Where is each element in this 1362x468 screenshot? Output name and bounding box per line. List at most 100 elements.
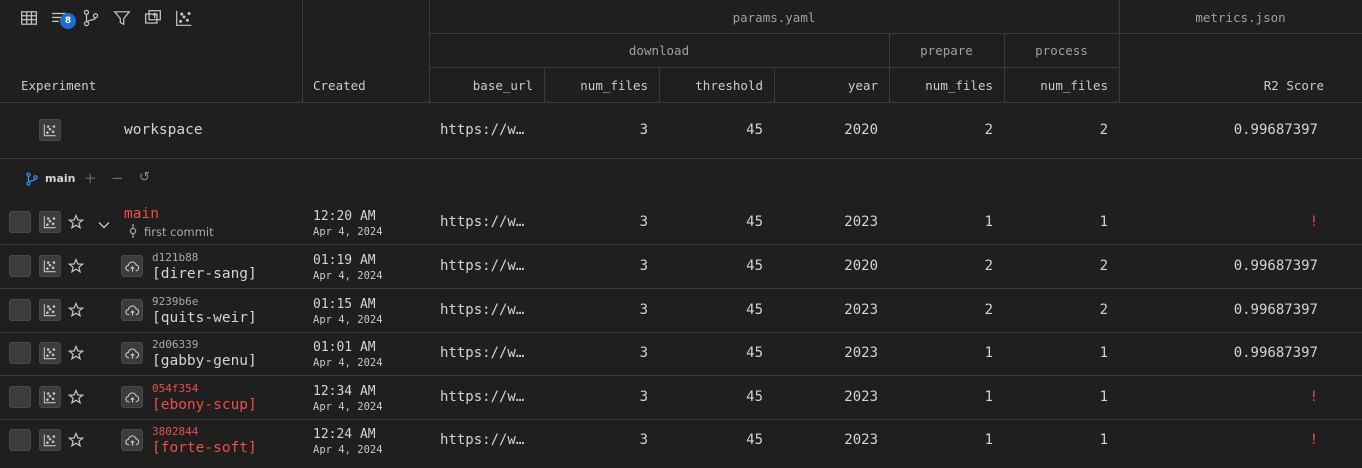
created-date: Apr 4, 2024 [313,401,383,413]
sort-count-badge: 8 [60,13,76,29]
threshold-cell: 45 [746,432,763,448]
commit-sha: 054f354 [152,382,199,395]
threshold-cell: 45 [746,345,763,361]
chevron-down-icon[interactable] [95,216,113,234]
filter-icon[interactable] [112,8,132,28]
cloud-upload-icon[interactable] [121,342,143,364]
base-url-column-header[interactable]: base_url [429,78,533,93]
created-column-header[interactable]: Created [313,78,366,93]
created-time: 12:24 AM [313,427,376,442]
base-url-cell: https://w… [440,258,525,274]
base-url-cell: https://w… [440,345,525,361]
threshold-cell: 45 [746,258,763,274]
upload-icon[interactable] [143,8,163,28]
prepare-num-files-cell: 2 [984,258,993,274]
experiment-row[interactable]: d121b88 [direr-sang] 01:19 AM Apr 4, 2024 ht… [0,245,1362,289]
star-icon[interactable] [67,257,85,275]
process-num-files-cell: 1 [1099,345,1108,361]
star-icon[interactable] [67,301,85,319]
plot-toggle-button[interactable] [39,342,61,364]
metrics-group-header: metrics.json [1195,10,1286,25]
row-checkbox[interactable] [9,429,31,451]
reset-branch-button[interactable]: ↺ [139,170,150,185]
branch-name: main [45,172,76,185]
experiment-name: [gabby-genu] [152,353,257,369]
git-branch-icon [25,172,39,186]
workspace-label: workspace [124,122,203,138]
r2-score-cell: 0.99687397 [1233,122,1318,138]
experiment-column-header[interactable]: Experiment [21,78,96,93]
star-icon[interactable] [67,388,85,406]
row-checkbox[interactable] [9,299,31,321]
cloud-upload-icon[interactable] [121,386,143,408]
plot-toggle-button[interactable] [39,119,61,141]
cloud-upload-icon[interactable] [121,299,143,321]
r2-score-error: ! [1309,389,1318,405]
experiment-row[interactable]: 054f354 [ebony-scup] 12:34 AM Apr 4, 2024 ht… [0,376,1362,420]
process-num-files-cell: 2 [1099,302,1108,318]
star-icon[interactable] [67,213,85,231]
commit-message: first commit [144,225,214,239]
row-checkbox[interactable] [9,342,31,364]
created-date: Apr 4, 2024 [313,444,383,456]
year-cell: 2023 [844,345,878,361]
process-num-files-cell: 1 [1099,389,1108,405]
branch-icon[interactable] [81,8,101,28]
num-files-cell: 3 [639,345,648,361]
row-checkbox[interactable] [9,255,31,277]
experiment-name: [direr-sang] [152,266,257,282]
prepare-num-files-cell: 2 [984,302,993,318]
year-cell: 2023 [844,214,878,230]
plot-toggle-button[interactable] [39,429,61,451]
commit-sha: 3802844 [152,425,199,438]
r2-score-error: ! [1309,214,1318,230]
experiment-name: [forte-soft] [152,440,257,456]
params-group-header: params.yaml [732,10,816,25]
table-icon[interactable] [19,8,39,28]
scatter-icon[interactable] [174,8,194,28]
base-url-cell: https://w… [440,122,525,138]
row-checkbox[interactable] [9,386,31,408]
star-icon[interactable] [67,431,85,449]
year-cell: 2020 [844,258,878,274]
experiment-row[interactable]: 3802844 [forte-soft] 12:24 AM Apr 4, 2024 ht… [0,419,1362,463]
r2-score-column-header[interactable]: R2 Score [1119,78,1324,93]
threshold-cell: 45 [746,389,763,405]
experiment-row[interactable]: 9239b6e [quits-weir] 01:15 AM Apr 4, 2024 ht… [0,289,1362,333]
year-cell: 2020 [844,122,878,138]
cloud-upload-icon[interactable] [121,255,143,277]
process-num-files-column-header[interactable]: num_files [1004,78,1108,93]
prepare-num-files-cell: 1 [984,214,993,230]
cloud-upload-icon[interactable] [121,429,143,451]
prepare-num-files-cell: 1 [984,389,993,405]
row-checkbox[interactable] [9,211,31,233]
star-icon[interactable] [67,344,85,362]
num-files-column-header[interactable]: num_files [544,78,648,93]
prepare-num-files-column-header[interactable]: num_files [889,78,993,93]
experiment-name: [ebony-scup] [152,397,257,413]
process-num-files-cell: 1 [1099,214,1108,230]
r2-score-error: ! [1309,432,1318,448]
base-url-cell: https://w… [440,302,525,318]
plot-toggle-button[interactable] [39,255,61,277]
r2-score-cell: 0.99687397 [1233,258,1318,274]
num-files-cell: 3 [639,214,648,230]
remove-branch-button[interactable]: − [111,169,124,187]
plot-toggle-button[interactable] [39,211,61,233]
year-column-header[interactable]: year [774,78,878,93]
threshold-cell: 45 [746,122,763,138]
threshold-column-header[interactable]: threshold [659,78,763,93]
plot-toggle-button[interactable] [39,386,61,408]
add-branch-button[interactable]: + [84,169,97,187]
process-num-files-cell: 2 [1099,122,1108,138]
process-num-files-cell: 1 [1099,432,1108,448]
prepare-num-files-cell: 2 [984,122,993,138]
year-cell: 2023 [844,302,878,318]
created-date: Apr 4, 2024 [313,357,383,369]
num-files-cell: 3 [639,122,648,138]
num-files-cell: 3 [639,432,648,448]
num-files-cell: 3 [639,302,648,318]
commit-sha: d121b88 [152,251,199,264]
experiment-row[interactable]: 2d06339 [gabby-genu] 01:01 AM Apr 4, 2024 ht… [0,332,1362,376]
plot-toggle-button[interactable] [39,299,61,321]
